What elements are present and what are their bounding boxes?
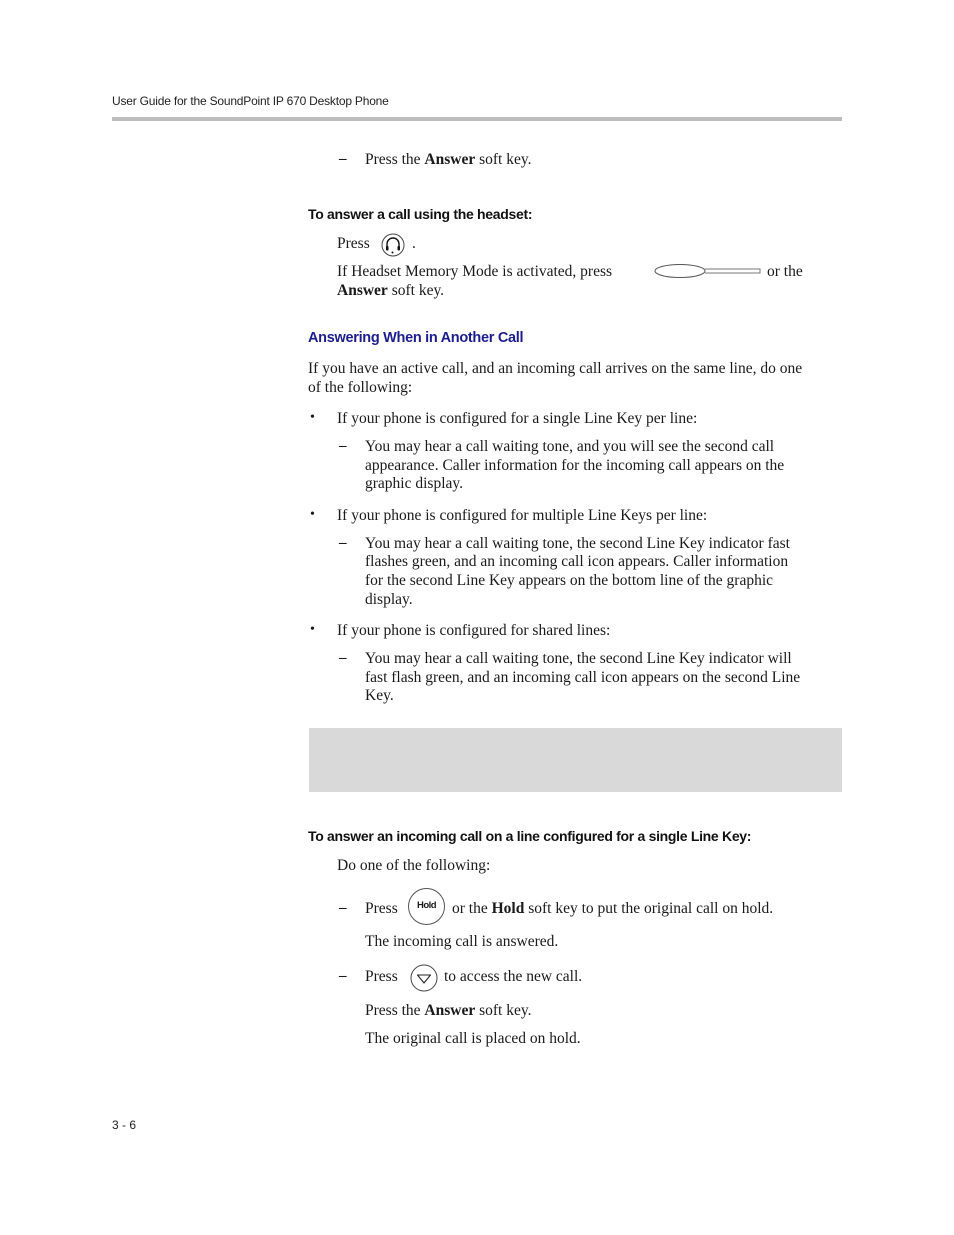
bullet-text: If your phone is configured for shared l…: [337, 622, 611, 639]
header-rule: [112, 117, 842, 121]
press-label: Press: [365, 968, 398, 985]
text-run: soft key.: [475, 1002, 532, 1019]
procedure-heading-headset: To answer a call using the headset:: [308, 206, 533, 222]
headset-key-glyph: [381, 233, 405, 257]
sub-line: for the second Line Key appears on the b…: [365, 572, 774, 589]
sub-line: flashes green, and an incoming call icon…: [365, 553, 789, 570]
bullet-text: If your phone is configured for a single…: [337, 410, 698, 427]
text-run: Press the: [365, 1002, 425, 1019]
page-number: 3 - 6: [112, 1118, 137, 1132]
text-run: Press the: [365, 151, 425, 168]
procedure-intro: Do one of the following:: [337, 857, 491, 874]
section-intro-line1: If you have an active call, and an incom…: [308, 360, 803, 377]
option1-result: The incoming call is answered.: [365, 933, 559, 950]
sub-line: graphic display.: [365, 475, 463, 492]
text-run: soft key to put the original call on hol…: [524, 900, 774, 917]
sub-marker: –: [339, 535, 347, 551]
bullet-marker: •: [310, 622, 315, 637]
top-step-text: Press the Answer soft key.: [365, 150, 531, 169]
press-suffix: .: [412, 235, 416, 252]
press-label: Press: [365, 900, 398, 917]
running-header: User Guide for the SoundPoint IP 670 Des…: [112, 94, 389, 108]
text-run: or the: [452, 900, 492, 917]
sub-line: display.: [365, 591, 413, 608]
press-label: Press: [337, 235, 370, 252]
memory-mode-text: If Headset Memory Mode is activated, pre…: [337, 263, 613, 280]
option2-result: The original call is placed on hold.: [365, 1030, 581, 1047]
sub-line: You may hear a call waiting tone, the se…: [365, 535, 790, 552]
bullet-marker: •: [310, 410, 315, 425]
sub-line: You may hear a call waiting tone, the se…: [365, 650, 792, 667]
sub-marker: –: [339, 650, 347, 666]
sub-line: appearance. Caller information for the i…: [365, 457, 785, 474]
down-arrow-key-icon: [410, 964, 438, 992]
option-marker: –: [339, 968, 347, 984]
text-run: soft key.: [387, 282, 445, 299]
hold-key-label: Hold: [417, 900, 437, 911]
option-marker: –: [339, 900, 347, 916]
sub-line: Key.: [365, 687, 394, 704]
bullet-marker: •: [310, 507, 315, 522]
option2-step: Press the Answer soft key.: [365, 1001, 531, 1020]
sub-marker: –: [339, 438, 347, 454]
procedure-heading-single-line: To answer an incoming call on a line con…: [308, 828, 752, 844]
bullet-text: If your phone is configured for multiple…: [337, 507, 708, 524]
headset-key-icon: [381, 233, 405, 257]
hold-softkey-label: Hold: [491, 900, 525, 917]
sub-line: fast flash green, and an incoming call i…: [365, 669, 801, 686]
answer-softkey-label: Answer: [424, 151, 476, 168]
answer-softkey-label: Answer: [337, 282, 388, 299]
option2-text: to access the new call.: [444, 968, 583, 985]
step-marker: –: [339, 151, 347, 167]
hold-key-icon: Hold: [408, 888, 445, 925]
answer-softkey-label: Answer: [424, 1002, 476, 1019]
line-key-icon: [654, 263, 762, 279]
note-box: [309, 728, 842, 792]
memory-mode-answer: Answer soft key.: [337, 281, 444, 300]
sub-line: You may hear a call waiting tone, and yo…: [365, 438, 775, 455]
text-run: soft key.: [475, 151, 532, 168]
line-key-glyph: [654, 264, 761, 278]
option1-text: or the Hold soft key to put the original…: [452, 899, 773, 918]
memory-mode-or: or the: [767, 263, 803, 280]
section-heading: Answering When in Another Call: [308, 330, 524, 346]
down-arrow-key-glyph: [410, 964, 438, 992]
section-intro-line2: of the following:: [308, 379, 413, 396]
